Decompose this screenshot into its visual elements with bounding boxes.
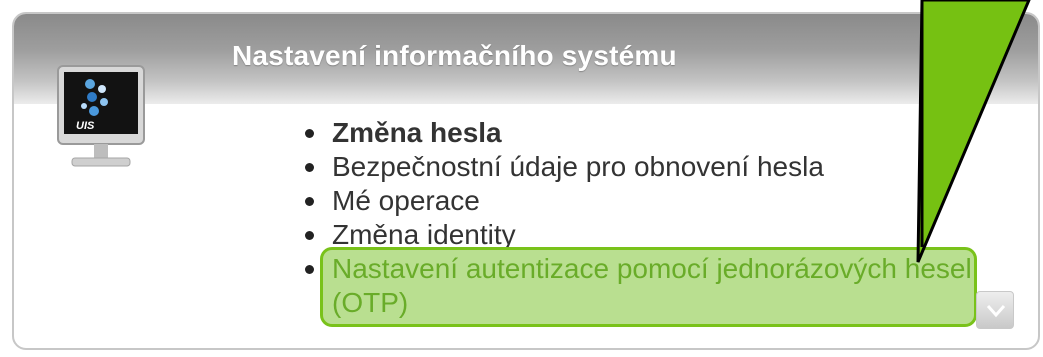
menu-link-my-operations[interactable]: Mé operace [332,185,480,216]
monitor-uis-icon: UIS [57,65,145,167]
bullet [305,231,314,240]
menu-link-change-password[interactable]: Změna hesla [332,117,502,148]
menu-link-otp-settings[interactable]: Nastavení autentizace pomocí jednorázový… [332,252,992,320]
expand-button[interactable] [976,291,1014,329]
monitor-caption: UIS [76,120,95,132]
bullet [305,129,314,138]
menu-item-my-operations: Mé operace [302,184,992,218]
bullet [305,163,314,172]
chevron-down-icon [986,305,1006,318]
bullet [305,197,314,206]
bullet [305,265,314,274]
menu-item-otp-settings: Nastavení autentizace pomocí jednorázový… [302,252,992,320]
menu-item-change-identity: Změna identity [302,218,992,252]
menu-item-security-data: Bezpečnostní údaje pro obnovení hesla [302,150,992,184]
panel-title: Nastavení informačního systému [232,40,677,71]
panel-header: Nastavení informačního systému [14,14,1038,104]
menu-item-change-password: Změna hesla [302,116,992,150]
menu-link-security-data[interactable]: Bezpečnostní údaje pro obnovení hesla [332,151,824,182]
menu-link-change-identity[interactable]: Změna identity [332,219,516,250]
settings-menu: Změna hesla Bezpečnostní údaje pro obnov… [302,116,992,320]
